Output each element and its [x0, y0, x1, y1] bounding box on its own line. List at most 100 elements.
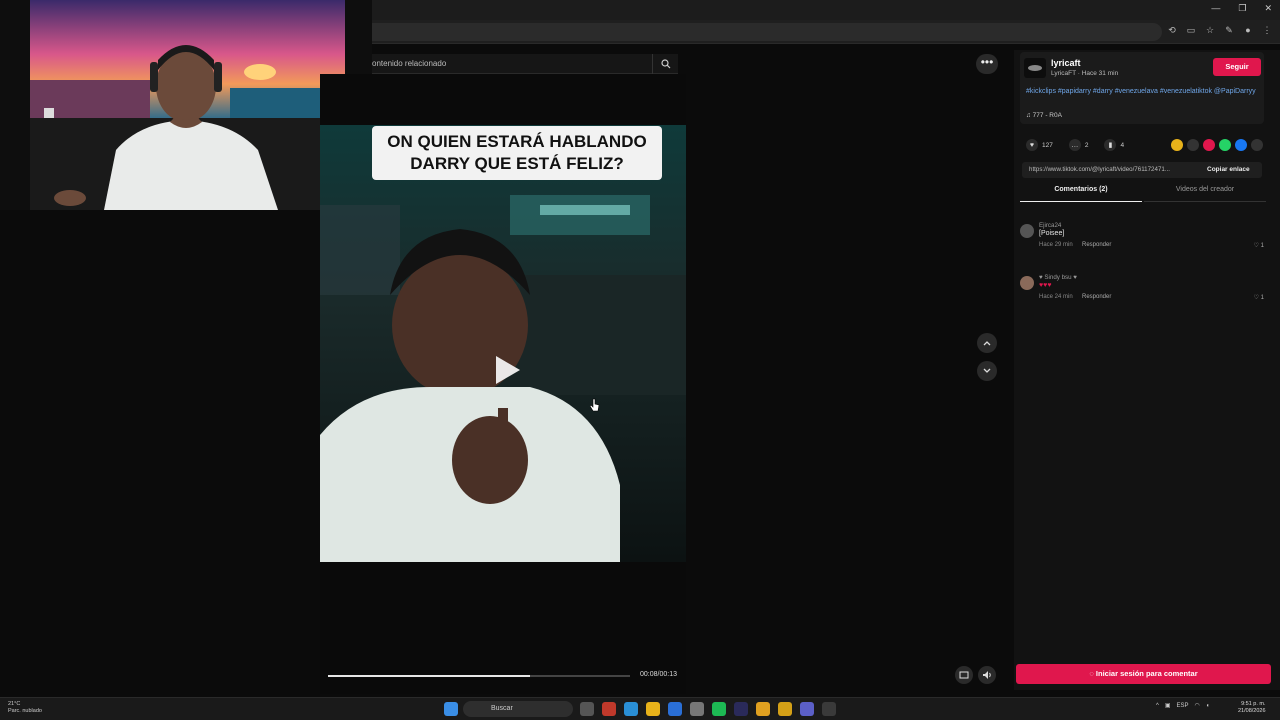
address-field[interactable] — [372, 23, 1162, 41]
toolbar-icons: ⟲ ▭ ☆ ✎ ● ⋮ — [1167, 25, 1272, 35]
taskbar-clock[interactable]: 9:51 p. m. 21/08/2026 — [1238, 701, 1266, 715]
task-view-icon[interactable] — [580, 702, 594, 716]
profile-icon[interactable]: ● — [1243, 25, 1253, 35]
login-to-comment-button[interactable]: ◌ Iniciar sesión para comentar — [1016, 664, 1271, 684]
login-label: Iniciar sesión para comentar — [1095, 669, 1198, 678]
search-bar[interactable]: ontenido relacionado — [372, 53, 678, 74]
next-video-button[interactable] — [977, 361, 997, 381]
comment-username[interactable]: ♥ Sindy bsu ♥ — [1039, 274, 1077, 281]
wifi-icon[interactable]: ◠ — [1195, 702, 1200, 709]
commenter-avatar[interactable] — [1020, 276, 1034, 290]
webcam-overlay — [0, 0, 372, 210]
language-indicator[interactable]: ESP — [1177, 703, 1189, 709]
captions-icon — [959, 671, 969, 679]
browser-toolbar: ⟲ ▭ ☆ ✎ ● ⋮ — [372, 20, 1280, 44]
mouse-cursor-icon — [589, 398, 600, 412]
mail-icon[interactable] — [668, 702, 682, 716]
search-icon[interactable] — [652, 53, 678, 74]
bookmark-star-icon[interactable]: ☆ — [1205, 25, 1215, 35]
comment-like[interactable]: ♡ 1 — [1254, 294, 1264, 301]
windows-taskbar: 21°C Parc. nublado Buscar ^ ▣ ESP ◠ ◖ 9:… — [0, 697, 1280, 720]
spotify-icon[interactable] — [712, 702, 726, 716]
search-input[interactable]: ontenido relacionado — [372, 59, 652, 68]
weather-desc: Parc. nublado — [8, 708, 42, 714]
close-icon[interactable]: ✕ — [1264, 3, 1272, 14]
captions-button[interactable] — [955, 666, 973, 684]
creator-avatar[interactable] — [1024, 58, 1046, 78]
chrome-icon[interactable] — [756, 702, 770, 716]
play-icon[interactable] — [492, 354, 522, 386]
copy-link-button[interactable]: Copiar enlace — [1207, 166, 1250, 173]
menu-icon[interactable]: ⋮ — [1262, 25, 1272, 35]
video-image — [320, 125, 686, 562]
edge-icon[interactable] — [624, 702, 638, 716]
comment-bubble-icon: ◌ — [1089, 669, 1094, 678]
start-icon[interactable] — [444, 702, 458, 716]
comment-time: Hace 29 min — [1039, 242, 1073, 248]
bookmark-icon[interactable]: ▮ — [1104, 139, 1117, 151]
commenter-avatar[interactable] — [1020, 224, 1034, 238]
reply-button[interactable]: Responder — [1082, 242, 1111, 248]
video-url[interactable]: https://www.tiktok.com/@lyricaft/video/7… — [1029, 166, 1199, 173]
comment-item: ♥ Sindy bsu ♥ ♥♥♥ Hace 24 min Responder … — [1020, 274, 1270, 310]
share-repost-icon[interactable] — [1203, 139, 1215, 151]
translate-icon[interactable]: ⟲ — [1167, 25, 1177, 35]
creator-username[interactable]: lyricaft — [1051, 58, 1081, 68]
taskbar-apps — [444, 702, 458, 716]
file-explorer-icon[interactable] — [646, 702, 660, 716]
video-hashtags[interactable]: #kickclips #papidarry #darry #venezuelav… — [1026, 87, 1260, 97]
video-frame[interactable] — [320, 125, 686, 562]
speaker-icon[interactable]: ◖ — [1206, 703, 1210, 709]
share-emoji-icon[interactable] — [1171, 139, 1183, 151]
share-arrow-icon[interactable] — [1251, 139, 1263, 151]
follow-button[interactable]: Seguir — [1213, 58, 1261, 76]
music-label[interactable]: ♫ 777 - R0A — [1026, 112, 1062, 119]
teams-icon[interactable] — [800, 702, 814, 716]
app-icon[interactable] — [602, 702, 616, 716]
comment-text: [Poisee] — [1039, 230, 1065, 237]
cast-icon[interactable]: ▭ — [1186, 25, 1196, 35]
screen: — ❐ ✕ ⟲ ▭ ☆ ✎ ● ⋮ ontenido relacionado O… — [0, 0, 1280, 720]
premiere-icon[interactable] — [734, 702, 748, 716]
reply-button[interactable]: Responder — [1082, 294, 1111, 300]
save-count: 4 — [1120, 141, 1125, 149]
extensions-icon[interactable]: ✎ — [1224, 25, 1234, 35]
active-app-icon[interactable] — [822, 702, 836, 716]
share-embed-icon[interactable] — [1187, 139, 1199, 151]
app-icon-2[interactable] — [778, 702, 792, 716]
video-progress-fill — [328, 675, 531, 677]
facebook-icon[interactable] — [1235, 139, 1247, 151]
tray-app-icon[interactable]: ▣ — [1165, 702, 1171, 709]
chevron-up-icon — [983, 341, 991, 346]
share-icons — [1171, 139, 1263, 151]
like-count: 127 — [1042, 141, 1053, 149]
whatsapp-icon[interactable] — [1219, 139, 1231, 151]
pinned-apps — [580, 702, 836, 716]
comment-like-count: 1 — [1260, 295, 1264, 301]
video-progress-bar[interactable] — [328, 675, 630, 677]
comment-count: 2 — [1084, 141, 1089, 149]
like-icon[interactable]: ♥ — [1026, 139, 1038, 151]
minimize-icon[interactable]: — — [1211, 3, 1220, 14]
webcam-image — [0, 0, 372, 210]
system-tray: ^ ▣ ESP ◠ ◖ — [1156, 702, 1210, 710]
restore-icon[interactable]: ❐ — [1238, 3, 1246, 14]
chevron-down-icon — [983, 368, 991, 373]
creator-subline: LyricaFT · Hace 31 min — [1051, 70, 1119, 77]
weather-widget[interactable]: 21°C Parc. nublado — [8, 701, 42, 715]
comment-username[interactable]: Ejirca24 — [1039, 222, 1061, 229]
taskbar-search[interactable]: Buscar — [463, 701, 573, 717]
tab-comments[interactable]: Comentarios (2) — [1020, 186, 1142, 202]
previous-video-button[interactable] — [977, 333, 997, 353]
store-icon[interactable] — [690, 702, 704, 716]
comment-like[interactable]: ♡ 1 — [1254, 242, 1264, 249]
volume-button[interactable] — [978, 666, 996, 684]
more-options-button[interactable]: ••• — [976, 54, 998, 74]
comment-icon[interactable]: … — [1068, 139, 1081, 151]
tray-chevron-icon[interactable]: ^ — [1156, 703, 1159, 709]
volume-icon — [983, 671, 991, 679]
comment-like-count: 1 — [1260, 243, 1264, 249]
window-controls: — ❐ ✕ — [1211, 3, 1272, 14]
tab-creator-videos[interactable]: Videos del creador — [1144, 186, 1266, 202]
clock-date: 21/08/2026 — [1238, 708, 1266, 714]
